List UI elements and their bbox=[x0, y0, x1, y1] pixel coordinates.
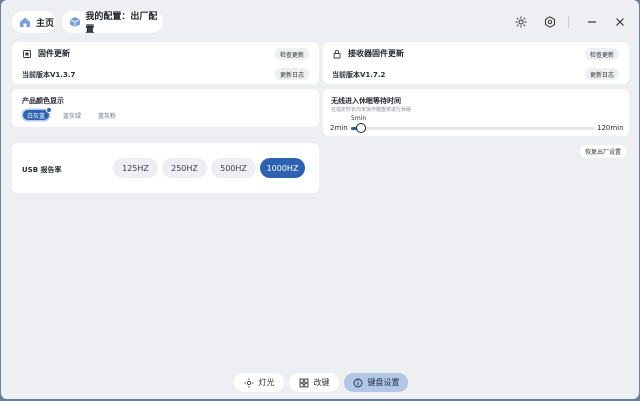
receiver-check-update-button[interactable]: 检查更新 bbox=[585, 48, 620, 60]
firmware-title-row: 固件更新 bbox=[22, 48, 70, 59]
tab-keyboard-settings[interactable]: 键盘设置 bbox=[344, 373, 408, 392]
firmware-version: 当前版本V1.3.7 bbox=[22, 71, 76, 79]
tab-keymap[interactable]: 改键 bbox=[289, 373, 339, 392]
firmware-title: 固件更新 bbox=[38, 49, 70, 58]
sleep-subtitle: 在指定时长内未操作键盘将进行休眠 bbox=[331, 107, 412, 113]
sleep-slider-handle[interactable] bbox=[356, 123, 367, 133]
usb-rate-125[interactable]: 125HZ bbox=[113, 158, 158, 178]
sleep-min-label: 2min bbox=[330, 124, 348, 132]
close-icon bbox=[616, 18, 624, 26]
color-option-blue-gray-green[interactable]: 蓝灰绿 bbox=[59, 110, 85, 120]
grid-icon bbox=[299, 378, 309, 388]
sleep-timer-card: 无线进入休眠等待时间 在指定时长内未操作键盘将进行休眠 5min 2min 12… bbox=[323, 89, 629, 136]
receiver-changelog-button[interactable]: 更新日志 bbox=[585, 68, 620, 80]
usb-title: USB 报告率 bbox=[22, 166, 62, 174]
home-label: 主页 bbox=[36, 18, 55, 29]
tab-keymap-label: 改键 bbox=[313, 378, 330, 387]
color-title: 产品颜色显示 bbox=[22, 97, 64, 105]
minimize-button[interactable] bbox=[581, 11, 603, 33]
sleep-title: 无线进入休眠等待时间 bbox=[331, 97, 401, 105]
usb-rate-1000[interactable]: 1000HZ bbox=[260, 158, 305, 178]
tab-lighting[interactable]: 灯光 bbox=[234, 373, 284, 392]
firmware-update-card: 固件更新 检查更新 当前版本V1.3.7 更新日志 bbox=[12, 42, 319, 84]
info-icon bbox=[353, 378, 363, 388]
sleep-slider-track[interactable] bbox=[351, 127, 595, 130]
firmware-changelog-button[interactable]: 更新日志 bbox=[275, 68, 310, 80]
home-icon bbox=[18, 15, 32, 29]
usb-rate-250[interactable]: 250HZ bbox=[162, 158, 207, 178]
factory-reset-button[interactable]: 恢复出厂设置 bbox=[580, 145, 627, 158]
lock-icon bbox=[333, 49, 341, 58]
product-color-card: 产品颜色显示 白灰蓝 蓝灰绿 蓝灰粉 bbox=[12, 89, 319, 127]
sun-icon bbox=[243, 377, 254, 388]
receiver-update-card: 接收器固件更新 检查更新 当前版本V1.7.2 更新日志 bbox=[323, 42, 629, 84]
sleep-value-label: 5min bbox=[351, 115, 367, 122]
receiver-version: 当前版本V1.7.2 bbox=[332, 71, 386, 79]
receiver-title-row: 接收器固件更新 bbox=[332, 48, 404, 59]
tab-lighting-label: 灯光 bbox=[258, 378, 275, 387]
config-label: 我的配置：出厂配置 bbox=[85, 12, 158, 35]
brightness-button[interactable] bbox=[510, 11, 532, 33]
sun-icon bbox=[515, 16, 527, 28]
close-button[interactable] bbox=[609, 11, 631, 33]
home-button[interactable]: 主页 bbox=[12, 11, 56, 33]
firmware-check-update-button[interactable]: 检查更新 bbox=[275, 48, 310, 60]
color-selected-check-icon bbox=[46, 107, 52, 113]
config-button[interactable]: 我的配置：出厂配置 bbox=[62, 11, 163, 35]
cube-icon bbox=[68, 15, 81, 29]
usb-rate-500[interactable]: 500HZ bbox=[211, 158, 256, 178]
app-window: 主页 我的配置：出厂配置 固件更新 检查更新 当前版本V1.3.7 更新日志 接… bbox=[1, 0, 639, 399]
minus-icon bbox=[588, 21, 596, 23]
tab-keyboard-settings-label: 键盘设置 bbox=[367, 378, 400, 387]
sleep-max-label: 120min bbox=[597, 124, 624, 132]
color-option-white-gray-blue[interactable]: 白灰蓝 bbox=[23, 110, 49, 120]
receiver-title: 接收器固件更新 bbox=[348, 49, 404, 58]
chip-icon bbox=[23, 49, 31, 58]
settings-button[interactable] bbox=[539, 11, 561, 33]
color-option-blue-gray-pink[interactable]: 蓝灰粉 bbox=[94, 110, 120, 120]
divider bbox=[568, 16, 569, 28]
hexagon-gear-icon bbox=[545, 16, 555, 28]
